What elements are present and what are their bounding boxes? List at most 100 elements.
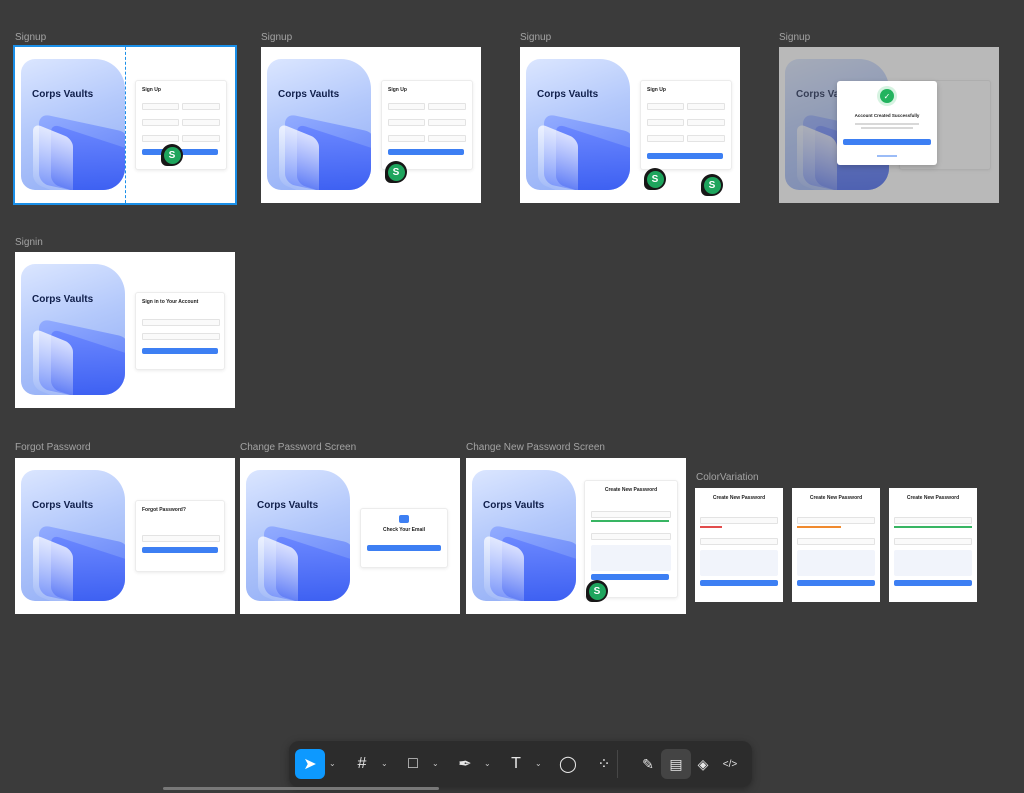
change-password-button[interactable] xyxy=(894,580,972,586)
frame-label-signup-2[interactable]: Signup xyxy=(261,32,292,43)
email-field[interactable] xyxy=(428,119,466,126)
selection-guide xyxy=(125,47,126,203)
frame-label-forgot[interactable]: Forgot Password xyxy=(15,442,91,453)
confirm-password-field[interactable] xyxy=(797,538,875,545)
move-tool-dropdown-icon[interactable]: ⌄ xyxy=(329,759,336,768)
collaborator-avatar-b[interactable]: S xyxy=(701,174,723,196)
phone-field[interactable] xyxy=(647,119,684,126)
draw-mode-icon[interactable]: ✎ xyxy=(633,749,663,779)
frame-tool-icon[interactable]: # xyxy=(347,749,377,779)
create-account-button[interactable] xyxy=(388,149,464,155)
horizontal-scrollbar[interactable] xyxy=(163,787,439,790)
collaborator-avatar-a[interactable]: S xyxy=(644,168,666,190)
modal-description-2 xyxy=(861,127,913,129)
confirm-password-field[interactable] xyxy=(687,135,725,142)
email-field[interactable] xyxy=(687,119,725,126)
full-name-field[interactable] xyxy=(142,103,179,110)
hero-title: Corps Vaults xyxy=(278,89,340,100)
requirements-box xyxy=(591,545,671,571)
password-field[interactable] xyxy=(388,135,425,142)
form-title: Sign Up xyxy=(142,87,161,93)
avatar-initial: S xyxy=(387,163,405,181)
change-new-password-frame[interactable]: Corps Vaults Create New Password S xyxy=(466,458,686,614)
signup-frame-4[interactable]: Corps Va ✓ Account Created Successfully xyxy=(779,47,999,203)
signin-frame[interactable]: Corps Vaults Sign in to Your Account xyxy=(15,252,235,408)
change-password-button[interactable] xyxy=(797,580,875,586)
new-password-field[interactable] xyxy=(700,517,778,524)
new-password-field[interactable] xyxy=(894,517,972,524)
shape-tool-dropdown-icon[interactable]: ⌄ xyxy=(432,759,439,768)
email-field[interactable] xyxy=(142,535,220,542)
company-name-field[interactable] xyxy=(182,103,220,110)
frame-tool-dropdown-icon[interactable]: ⌄ xyxy=(381,759,388,768)
forgot-password-frame[interactable]: Corps Vaults Forgot Password? xyxy=(15,458,235,614)
frame-label-signup-1[interactable]: Signup xyxy=(15,32,46,43)
password-field[interactable] xyxy=(142,333,220,340)
password-field[interactable] xyxy=(647,135,684,142)
mail-icon xyxy=(399,515,409,523)
comment-tool-icon[interactable]: ◯ xyxy=(553,749,583,779)
actions-tool-icon[interactable]: ⁘ xyxy=(589,749,619,779)
pen-tool-icon[interactable]: ✒ xyxy=(450,749,480,779)
pen-tool-dropdown-icon[interactable]: ⌄ xyxy=(484,759,491,768)
hero-illustration: Corps Vaults xyxy=(21,470,125,601)
full-name-field[interactable] xyxy=(647,103,684,110)
open-email-button[interactable] xyxy=(367,545,441,551)
confirm-password-field[interactable] xyxy=(894,538,972,545)
design-mode-icon[interactable]: ▤ xyxy=(661,749,691,779)
new-password-field[interactable] xyxy=(797,517,875,524)
full-name-field[interactable] xyxy=(388,103,425,110)
color-variation-card-3[interactable]: Create New Password xyxy=(889,488,977,602)
create-account-button[interactable] xyxy=(647,153,723,159)
phone-field[interactable] xyxy=(142,119,179,126)
password-field[interactable] xyxy=(142,135,179,142)
frame-label-signup-3[interactable]: Signup xyxy=(520,32,551,43)
dev-mode-icon[interactable]: </> xyxy=(715,749,745,779)
card-title: Create New Password xyxy=(809,495,863,501)
hero-illustration: Corps Vaults xyxy=(21,264,125,395)
hero-illustration: Corps Vaults xyxy=(21,59,125,190)
confirm-password-field[interactable] xyxy=(182,135,220,142)
card-title: Create New Password xyxy=(712,495,766,501)
form-title: Sign Up xyxy=(388,87,407,93)
company-name-field[interactable] xyxy=(428,103,466,110)
collaborator-avatar[interactable]: S xyxy=(586,580,608,602)
signup-form-card: Sign Up xyxy=(640,80,732,170)
component-mode-icon[interactable]: ◈ xyxy=(688,749,718,779)
frame-label-color-variation[interactable]: ColorVariation xyxy=(696,472,759,483)
frame-label-signup-4[interactable]: Signup xyxy=(779,32,810,43)
modal-primary-button[interactable] xyxy=(843,139,931,145)
move-tool-icon[interactable]: ➤ xyxy=(295,749,325,779)
form-title: Forgot Password? xyxy=(142,507,186,513)
collaborator-avatar[interactable]: S xyxy=(385,161,407,183)
collaborator-avatar[interactable]: S xyxy=(161,144,183,166)
signin-button[interactable] xyxy=(142,348,218,354)
signup-frame-2[interactable]: Corps Vaults Sign Up S xyxy=(261,47,481,203)
signup-frame-3[interactable]: Corps Vaults Sign Up S S xyxy=(520,47,740,203)
color-variation-card-1[interactable]: Create New Password xyxy=(695,488,783,602)
new-password-field[interactable] xyxy=(591,511,671,518)
text-tool-icon[interactable]: T xyxy=(501,749,531,779)
text-tool-dropdown-icon[interactable]: ⌄ xyxy=(535,759,542,768)
email-field[interactable] xyxy=(142,319,220,326)
form-title: Check Your Email xyxy=(382,527,426,533)
frame-label-change-pw[interactable]: Change Password Screen xyxy=(240,442,356,453)
frame-label-signin[interactable]: Signin xyxy=(15,237,43,248)
email-field[interactable] xyxy=(182,119,220,126)
company-name-field[interactable] xyxy=(687,103,725,110)
modal-link[interactable] xyxy=(877,155,897,157)
change-password-frame[interactable]: Corps Vaults Check Your Email xyxy=(240,458,460,614)
change-password-button[interactable] xyxy=(591,574,669,580)
change-password-button[interactable] xyxy=(700,580,778,586)
shape-tool-icon[interactable]: □ xyxy=(398,749,428,779)
confirm-password-field[interactable] xyxy=(700,538,778,545)
frame-label-change-new-pw[interactable]: Change New Password Screen xyxy=(466,442,605,453)
avatar-initial: S xyxy=(588,582,606,600)
send-link-button[interactable] xyxy=(142,547,218,553)
color-variation-card-2[interactable]: Create New Password xyxy=(792,488,880,602)
phone-field[interactable] xyxy=(388,119,425,126)
confirm-password-field[interactable] xyxy=(591,533,671,540)
signup-frame-1[interactable]: Corps Vaults Sign Up S xyxy=(13,45,237,205)
success-modal: ✓ Account Created Successfully xyxy=(837,81,937,165)
confirm-password-field[interactable] xyxy=(428,135,466,142)
